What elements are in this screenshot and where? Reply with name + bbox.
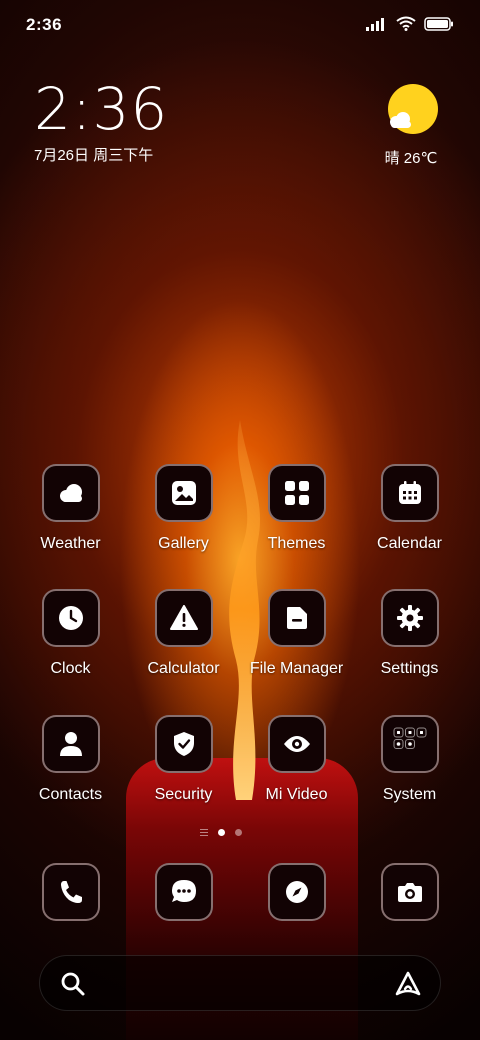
- page-indicator[interactable]: [200, 829, 242, 836]
- weather-text: 晴 26℃: [384, 150, 438, 167]
- app-label: Settings: [380, 660, 439, 677]
- gallery-icon: [154, 464, 213, 522]
- app-label: Calculator: [147, 660, 220, 677]
- app-label: Security: [154, 786, 213, 803]
- app-clock[interactable]: Clock: [14, 589, 127, 678]
- page-dot: [235, 829, 242, 836]
- app-label: Gallery: [158, 535, 209, 552]
- app-label: System: [382, 786, 437, 803]
- sun-cloud-icon: [388, 84, 438, 134]
- status-bar: 2:36: [0, 0, 480, 50]
- video-eye-icon: [267, 715, 326, 773]
- app-mi-video[interactable]: Mi Video: [240, 715, 353, 804]
- app-security[interactable]: Security: [127, 715, 240, 804]
- battery-icon: [424, 16, 453, 31]
- wifi-icon: [396, 16, 416, 31]
- app-label: Clock: [50, 660, 91, 677]
- app-label: Contacts: [38, 786, 103, 803]
- app-calculator[interactable]: Calculator: [127, 589, 240, 678]
- app-weather[interactable]: Weather: [14, 464, 127, 553]
- search-bar[interactable]: [39, 955, 441, 1011]
- page-dot-current: [218, 829, 225, 836]
- widget-time: 2:36: [34, 75, 169, 143]
- app-label: File Manager: [249, 660, 344, 677]
- dock-browser[interactable]: [240, 863, 353, 921]
- system-folder-icon: [380, 715, 439, 773]
- app-themes[interactable]: Themes: [240, 464, 353, 553]
- dock-phone[interactable]: [14, 863, 127, 921]
- app-label: Weather: [40, 535, 101, 552]
- app-system-folder[interactable]: System: [353, 715, 466, 804]
- app-contacts[interactable]: Contacts: [14, 715, 127, 804]
- clock-icon: [41, 589, 100, 647]
- signal-icon: [366, 17, 384, 31]
- app-label: Calendar: [377, 535, 442, 552]
- contacts-icon: [41, 715, 100, 773]
- page-list-icon: [200, 829, 208, 836]
- app-label: Themes: [267, 535, 326, 552]
- app-gallery[interactable]: Gallery: [127, 464, 240, 553]
- assistant-icon[interactable]: [394, 970, 422, 998]
- app-file-manager[interactable]: File Manager: [240, 589, 353, 678]
- app-label: Mi Video: [265, 786, 328, 803]
- status-time: 2:36: [26, 15, 63, 34]
- themes-icon: [267, 464, 326, 522]
- app-calendar[interactable]: Calendar: [353, 464, 466, 553]
- weather-icon: [41, 464, 100, 522]
- phone-icon: [41, 863, 100, 921]
- settings-gear-icon: [380, 589, 439, 647]
- dock: [14, 863, 466, 925]
- calculator-icon: [154, 589, 213, 647]
- messages-icon: [154, 863, 213, 921]
- security-shield-icon: [154, 715, 213, 773]
- camera-icon: [380, 863, 439, 921]
- widget-date: 7月26日 周三下午: [34, 147, 154, 164]
- file-manager-icon: [267, 589, 326, 647]
- weather-widget[interactable]: 晴 26℃: [376, 84, 446, 168]
- dock-camera[interactable]: [353, 863, 466, 921]
- calendar-icon: [380, 464, 439, 522]
- clock-widget[interactable]: 2:36 7月26日 周三下午: [34, 78, 168, 165]
- dock-messages[interactable]: [127, 863, 240, 921]
- browser-compass-icon: [267, 863, 326, 921]
- search-icon[interactable]: [60, 971, 86, 997]
- app-settings[interactable]: Settings: [353, 589, 466, 678]
